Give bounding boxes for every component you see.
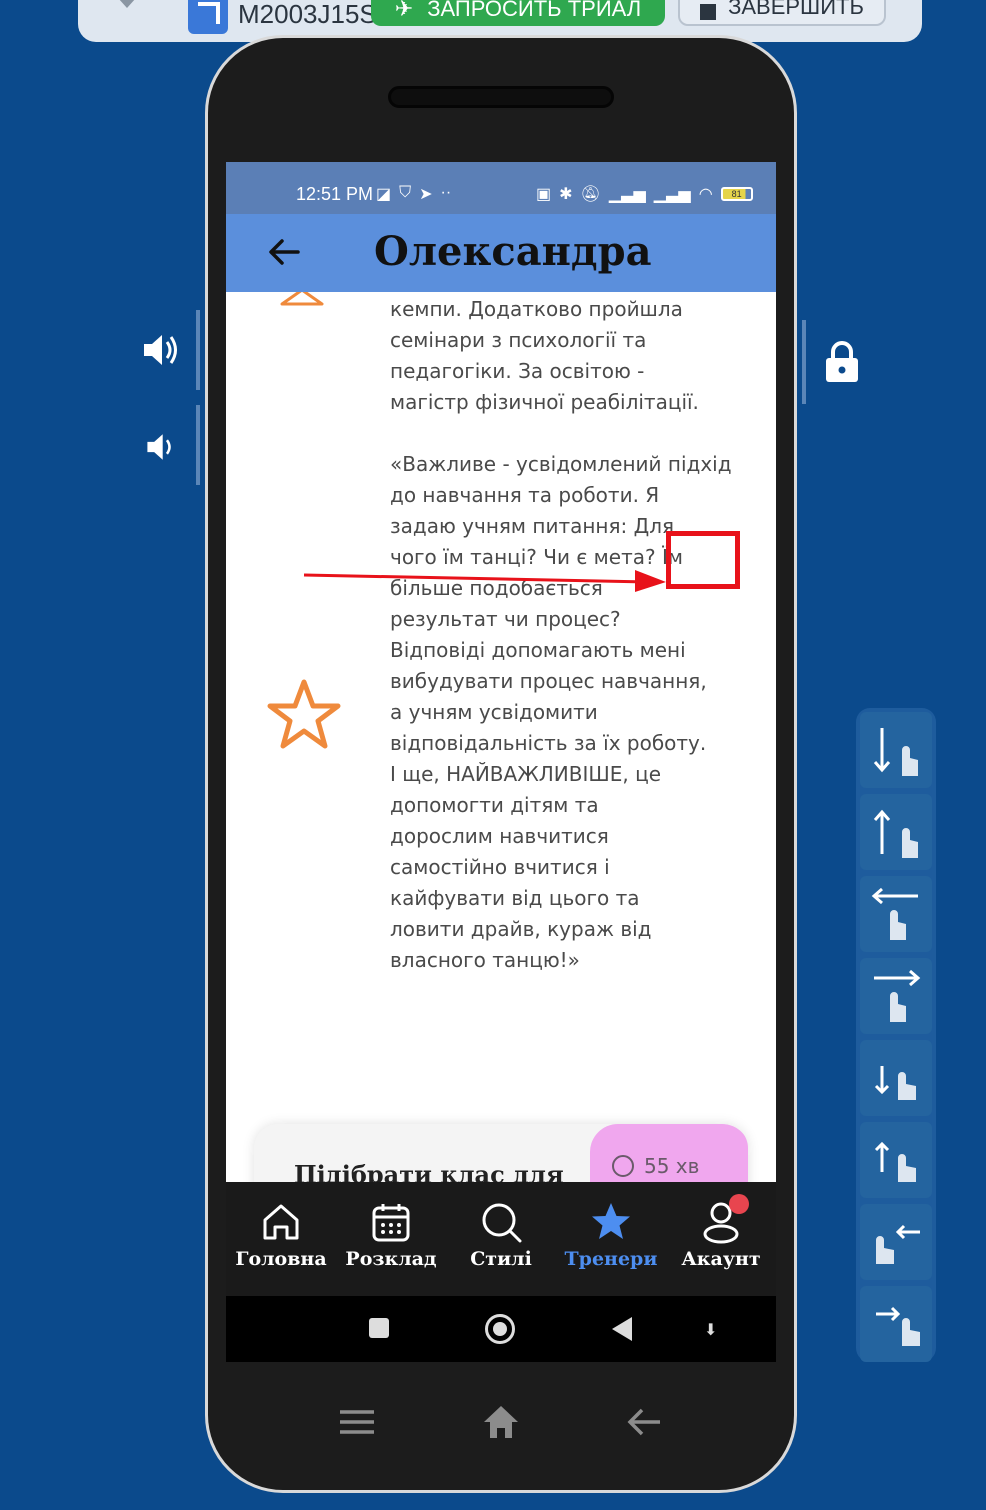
signal-icon: ▁▃▅ xyxy=(608,186,646,203)
swipe-down-icon xyxy=(873,728,918,776)
calendar-icon xyxy=(372,1204,410,1242)
trainer-bio: кемпи. Додатково пройшла семінари з псих… xyxy=(390,297,732,972)
nav-styles-label: Стилі xyxy=(470,1248,532,1270)
notification-badge xyxy=(729,1194,749,1214)
star-filled-icon xyxy=(592,1203,630,1239)
wifi-icon: ◠ xyxy=(698,186,713,203)
page-title: Олександра xyxy=(374,228,652,275)
keyboard-icon[interactable]: ⬇ xyxy=(704,1320,717,1339)
scroll-left-icon xyxy=(876,1224,920,1264)
share-icon: ◪ xyxy=(376,186,392,203)
class-card[interactable]: 55 хв Підібрати клас для xyxy=(254,1124,748,1182)
nfc-icon: ▣ xyxy=(536,186,552,203)
nav-styles[interactable]: Стилі xyxy=(446,1200,556,1270)
emulator-home-icon[interactable] xyxy=(480,1402,522,1444)
swipe-right-button[interactable] xyxy=(860,958,932,1034)
nav-home[interactable]: Головна xyxy=(226,1200,336,1270)
annotation-arrow xyxy=(303,570,666,592)
rocket-icon: ✈ xyxy=(394,0,414,21)
nav-home-label: Головна xyxy=(235,1248,327,1270)
dropdown-caret-icon[interactable] xyxy=(118,0,136,8)
hanger-icon xyxy=(280,292,324,306)
scroll-up-button[interactable] xyxy=(860,1122,932,1198)
swipe-up-icon xyxy=(873,809,918,858)
scroll-right-icon xyxy=(876,1306,920,1346)
bottom-navigation: Головна Розклад Стилі Тренери Акаунт xyxy=(226,1182,776,1296)
more-notifications-icon: ·· xyxy=(440,184,452,201)
status-time: 12:51 PM xyxy=(296,184,374,204)
volume-divider-2 xyxy=(196,405,200,485)
card-title: Підібрати клас для xyxy=(294,1160,564,1182)
finish-button[interactable]: ЗАВЕРШИТЬ xyxy=(678,0,886,26)
clock-icon xyxy=(612,1155,634,1177)
mute-icon: 🔕︎ xyxy=(580,186,601,203)
telegram-icon: ➤ xyxy=(419,186,433,203)
scroll-left-button[interactable] xyxy=(860,1204,932,1280)
bluetooth-icon: ✱ xyxy=(559,186,573,203)
swipe-right-icon xyxy=(874,969,921,1022)
scroll-down-icon xyxy=(874,1066,916,1100)
trainer-details: кемпи. Додатково пройшла семінари з псих… xyxy=(226,292,776,1182)
nav-schedule-label: Розклад xyxy=(345,1248,437,1270)
volume-up-icon[interactable] xyxy=(140,330,180,374)
scroll-right-button[interactable] xyxy=(860,1286,932,1362)
search-icon xyxy=(482,1203,522,1243)
star-icon xyxy=(267,679,341,749)
nav-account[interactable]: Акаунт xyxy=(666,1194,776,1270)
stop-icon xyxy=(700,4,717,20)
nav-account-label: Акаунт xyxy=(681,1248,761,1270)
system-navigation: ⬇ xyxy=(226,1296,776,1362)
duration: 55 хв xyxy=(612,1154,699,1178)
nav-schedule[interactable]: Розклад xyxy=(336,1200,446,1270)
back-arrow-icon[interactable] xyxy=(264,232,304,272)
duration-label: 55 хв xyxy=(644,1154,700,1178)
battery-icon: 81 xyxy=(720,187,753,201)
system-icons: ▣ ✱ 🔕︎ ▁▃▅ ▁▃▅ ◠ 81 xyxy=(536,184,753,204)
emulator-back-icon[interactable] xyxy=(626,1404,664,1444)
volume-divider xyxy=(196,310,200,390)
swipe-left-button[interactable] xyxy=(860,876,932,952)
signal-2-icon: ▁▃▅ xyxy=(653,186,691,203)
power-divider xyxy=(802,320,806,404)
home-button[interactable] xyxy=(485,1314,515,1344)
scroll-up-icon xyxy=(874,1141,916,1182)
phone-speaker xyxy=(388,86,614,108)
lock-icon[interactable] xyxy=(822,340,862,388)
gesture-panel xyxy=(856,708,936,1362)
nav-trainers-label: Тренери xyxy=(564,1248,658,1270)
device-icon xyxy=(188,0,228,34)
notification-icons: ◪ ⛉ ➤ ·· xyxy=(376,184,451,204)
annotation-highlight-box xyxy=(666,531,740,589)
request-trial-button[interactable]: ✈ ЗАПРОСИТЬ ТРИАЛ xyxy=(371,0,665,26)
swipe-left-icon xyxy=(871,887,918,940)
menu-icon[interactable] xyxy=(338,1406,376,1442)
app-screen: 12:51 PM ◪ ⛉ ➤ ·· ▣ ✱ 🔕︎ ▁▃▅ ▁▃▅ ◠ 81 Ол… xyxy=(226,162,776,1362)
shield-icon: ⛉ xyxy=(399,184,412,201)
swipe-up-button[interactable] xyxy=(860,794,932,870)
app-bar: Олександра xyxy=(226,214,776,292)
volume-down-icon[interactable] xyxy=(144,430,178,468)
nav-trainers[interactable]: Тренери xyxy=(556,1200,666,1270)
scroll-down-button[interactable] xyxy=(860,1040,932,1116)
request-trial-label: ЗАПРОСИТЬ ТРИАЛ xyxy=(427,0,642,21)
home-icon xyxy=(263,1204,299,1240)
recents-button[interactable] xyxy=(369,1318,389,1338)
status-bar: 12:51 PM ◪ ⛉ ➤ ·· ▣ ✱ 🔕︎ ▁▃▅ ▁▃▅ ◠ 81 xyxy=(226,162,776,214)
finish-label: ЗАВЕРШИТЬ xyxy=(728,0,864,19)
device-selector[interactable]: M2003J15SC xyxy=(188,0,396,34)
swipe-down-button[interactable] xyxy=(860,712,932,788)
back-button[interactable] xyxy=(612,1317,632,1341)
